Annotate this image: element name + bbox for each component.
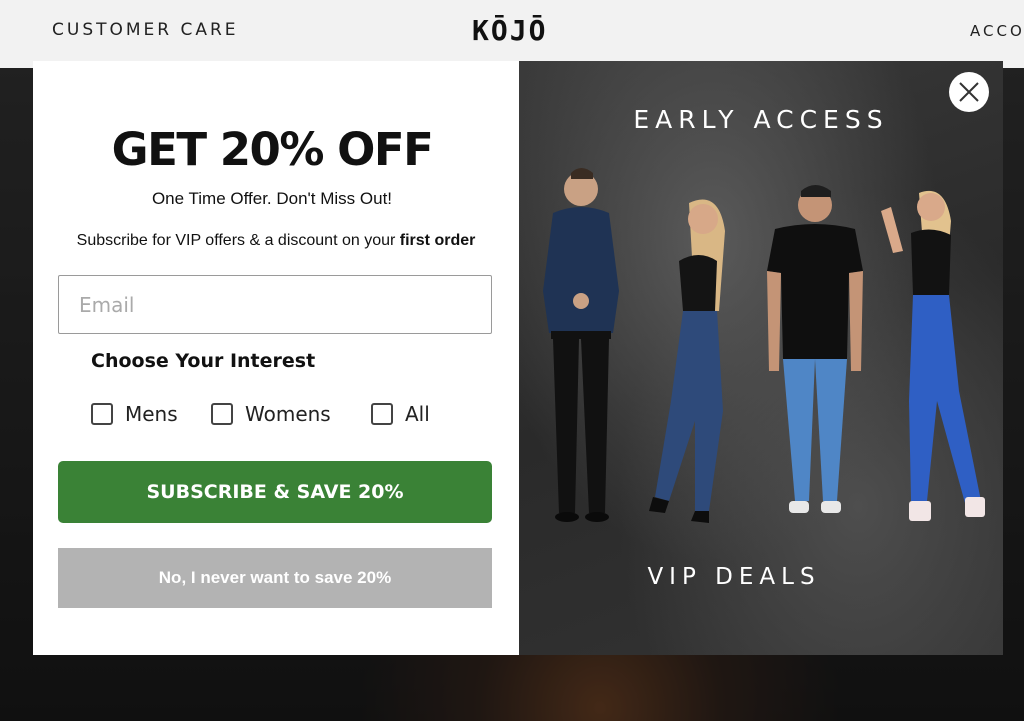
signup-modal: GET 20% OFF One Time Offer. Don't Miss O… (33, 61, 1003, 655)
decline-button[interactable]: No, I never want to save 20% (58, 548, 492, 608)
close-icon (959, 82, 979, 102)
offer-subheadline: One Time Offer. Don't Miss Out! (151, 189, 393, 208)
subscribe-button[interactable]: SUBSCRIBE & SAVE 20% (58, 461, 492, 523)
mens-label: Mens (125, 402, 178, 426)
interest-mens[interactable]: Mens (91, 401, 178, 427)
early-access-text: EARLY ACCESS (633, 105, 889, 134)
nav-account[interactable]: ACCO (970, 22, 1024, 40)
vip-text-bold: first order (399, 232, 476, 249)
promo-image-panel: EARLY ACCESS VIP DEALS (519, 61, 1003, 655)
mens-checkbox[interactable] (91, 403, 113, 425)
site-logo[interactable]: KŌJŌ (472, 14, 547, 47)
interest-title: Choose Your Interest (91, 350, 316, 372)
close-button[interactable] (949, 72, 989, 112)
offer-headline: GET 20% OFF (111, 123, 434, 176)
womens-label: Womens (245, 402, 331, 426)
vip-text: Subscribe for VIP offers & a discount on… (76, 232, 400, 249)
womens-checkbox[interactable] (211, 403, 233, 425)
site-header: CUSTOMER CARE KŌJŌ ACCO (0, 0, 1024, 68)
all-label: All (405, 402, 430, 426)
models-photo (543, 168, 985, 523)
interest-womens[interactable]: Womens (211, 401, 331, 427)
model-woman-blue-jeans (881, 190, 985, 521)
model-woman-black-top (649, 199, 725, 523)
vip-description: Subscribe for VIP offers & a discount on… (33, 232, 519, 250)
nav-customer-care[interactable]: CUSTOMER CARE (52, 20, 239, 40)
email-input[interactable] (58, 275, 492, 334)
all-checkbox[interactable] (371, 403, 393, 425)
vip-deals-text: VIP DEALS (647, 564, 821, 590)
interest-all[interactable]: All (371, 401, 430, 427)
model-man-navy-shirt (543, 168, 619, 522)
model-man-black-tee (767, 185, 863, 513)
modal-form-panel: GET 20% OFF One Time Offer. Don't Miss O… (33, 61, 519, 655)
